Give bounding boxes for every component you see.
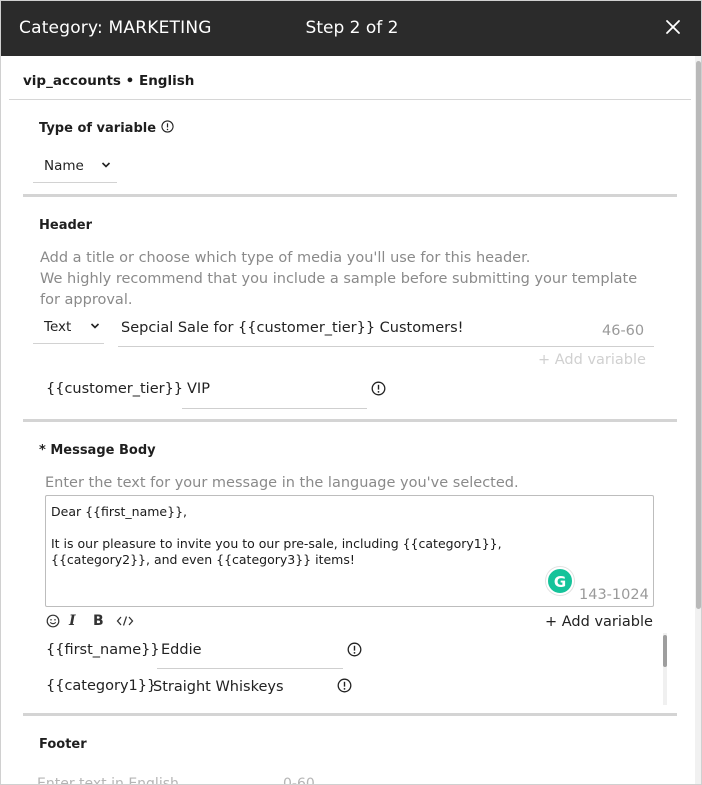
subheader-divider <box>9 99 691 100</box>
body-line: {{category2}}, and even {{category3}} it… <box>51 552 355 567</box>
code-icon[interactable] <box>116 613 134 629</box>
header-text-input[interactable]: Sepcial Sale for {{customer_tier}} Custo… <box>118 311 654 347</box>
header-section-label: Header <box>39 218 93 233</box>
italic-icon[interactable]: I <box>69 613 76 629</box>
header-format-value: Text <box>44 319 72 335</box>
header-hint: Add a title or choose which type of medi… <box>40 248 670 311</box>
body-variable-input[interactable]: Straight Whiskeys <box>149 671 335 705</box>
close-icon[interactable] <box>663 17 683 37</box>
variables-scrollbar-thumb[interactable] <box>663 635 667 667</box>
header-variable-name: {{customer_tier}} <box>46 381 184 397</box>
emoji-icon[interactable] <box>46 613 60 629</box>
grammarly-icon[interactable]: G <box>546 567 574 595</box>
type-of-variable-value: Name <box>44 158 84 174</box>
footer-input[interactable]: Enter text in English <box>37 776 179 784</box>
header-char-counter: 46-60 <box>602 323 645 339</box>
info-icon[interactable] <box>160 120 174 133</box>
header-variable-input[interactable]: VIP <box>182 373 367 409</box>
bold-icon[interactable]: B <box>93 613 104 629</box>
chevron-down-icon <box>90 323 100 329</box>
header-hint-line: We highly recommend that you include a s… <box>40 271 638 287</box>
type-of-variable-select[interactable]: Name <box>33 150 117 183</box>
alert-icon <box>371 381 386 396</box>
chevron-down-icon <box>101 162 111 168</box>
body-line: Dear {{first_name}}, <box>51 504 187 519</box>
header-hint-line: for approval. <box>40 292 133 308</box>
template-subheader: vip_accounts • English <box>23 73 195 89</box>
body-variable-value: Straight Whiskeys <box>153 679 284 695</box>
header-add-variable-button[interactable]: + Add variable <box>538 352 646 368</box>
section-divider <box>23 713 677 716</box>
section-divider <box>23 419 677 422</box>
body-line <box>51 520 648 536</box>
footer-char-counter: 0-60 <box>283 776 315 785</box>
modal-titlebar: Category: MARKETING Step 2 of 2 <box>1 1 701 56</box>
footer-section-label: Footer <box>39 737 87 752</box>
body-variable-input[interactable]: Eddie <box>157 633 343 669</box>
modal-scrollbar-thumb[interactable] <box>696 61 701 609</box>
body-add-variable-button[interactable]: + Add variable <box>545 614 653 630</box>
header-variable-value: VIP <box>187 381 210 397</box>
type-of-variable-label: Type of variable <box>39 120 174 136</box>
body-char-counter: 143-1024 <box>579 587 649 603</box>
section-divider <box>23 194 677 197</box>
body-variable-name: {{first_name}} <box>46 642 160 658</box>
template-modal: Category: MARKETING Step 2 of 2 vip_acco… <box>0 0 702 785</box>
body-variable-value: Eddie <box>161 642 202 658</box>
message-body-hint: Enter the text for your message in the l… <box>45 475 519 491</box>
header-text-value: Sepcial Sale for {{customer_tier}} Custo… <box>121 320 464 336</box>
alert-icon <box>337 678 352 693</box>
body-variable-name: {{category1}} <box>46 678 157 694</box>
alert-icon <box>347 642 362 657</box>
modal-title: Category: MARKETING <box>19 18 212 38</box>
type-of-variable-text: Type of variable <box>39 121 157 136</box>
body-line: It is our pleasure to invite you to our … <box>51 536 502 551</box>
header-format-select[interactable]: Text <box>33 311 104 344</box>
message-body-label: * Message Body <box>39 443 156 458</box>
header-hint-line: Add a title or choose which type of medi… <box>40 250 531 266</box>
